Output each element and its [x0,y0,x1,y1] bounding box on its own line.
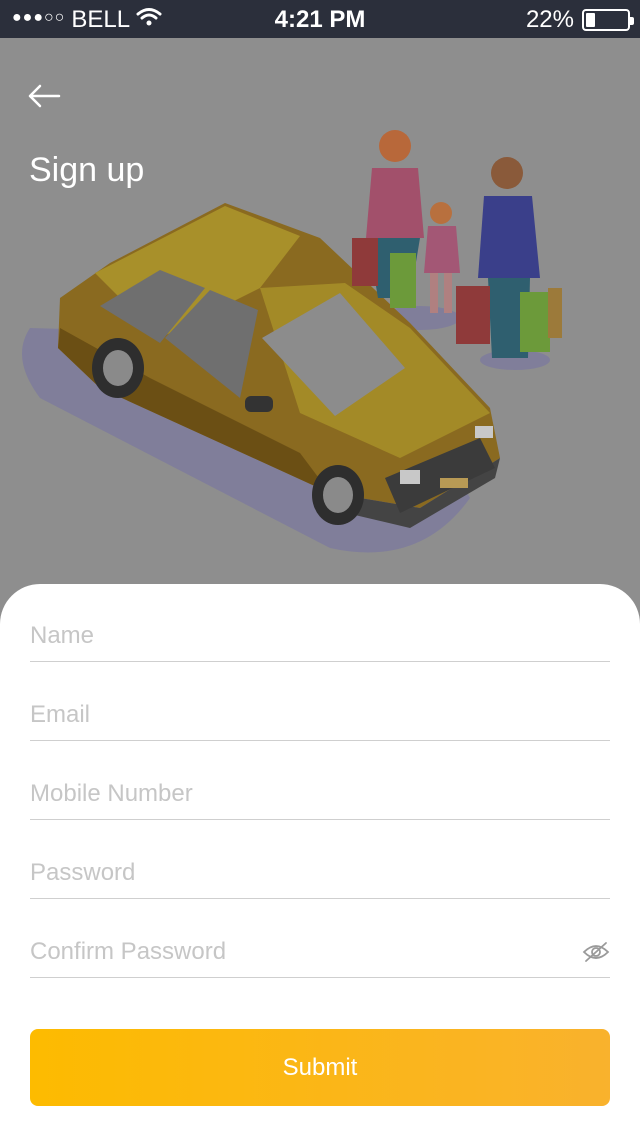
hero-illustration: Sign up [0,38,640,638]
mobile-number-input[interactable] [30,770,610,818]
status-bar: ●●●○○ BELL 4:21 PM 22% [0,0,640,38]
password-field [30,849,610,899]
submit-button[interactable]: Submit [30,1029,610,1106]
arrow-left-icon [28,84,61,108]
battery-icon [582,9,634,31]
confirm-password-input[interactable] [30,928,570,976]
signup-form: Submit [0,584,640,1136]
name-input[interactable] [30,612,610,660]
eye-off-icon[interactable] [582,940,610,964]
battery-fill [586,13,595,27]
mobile-field [30,770,610,820]
email-input[interactable] [30,691,610,739]
taxi-shopping-illustration [22,130,562,553]
password-input[interactable] [30,849,610,897]
status-right: 22% [525,6,634,34]
name-field [30,612,610,662]
back-button[interactable] [26,82,66,114]
confirm-password-field [30,928,610,978]
email-field [30,691,610,741]
battery-percent: 22% [525,6,574,33]
page-title: Sign up [29,151,145,189]
